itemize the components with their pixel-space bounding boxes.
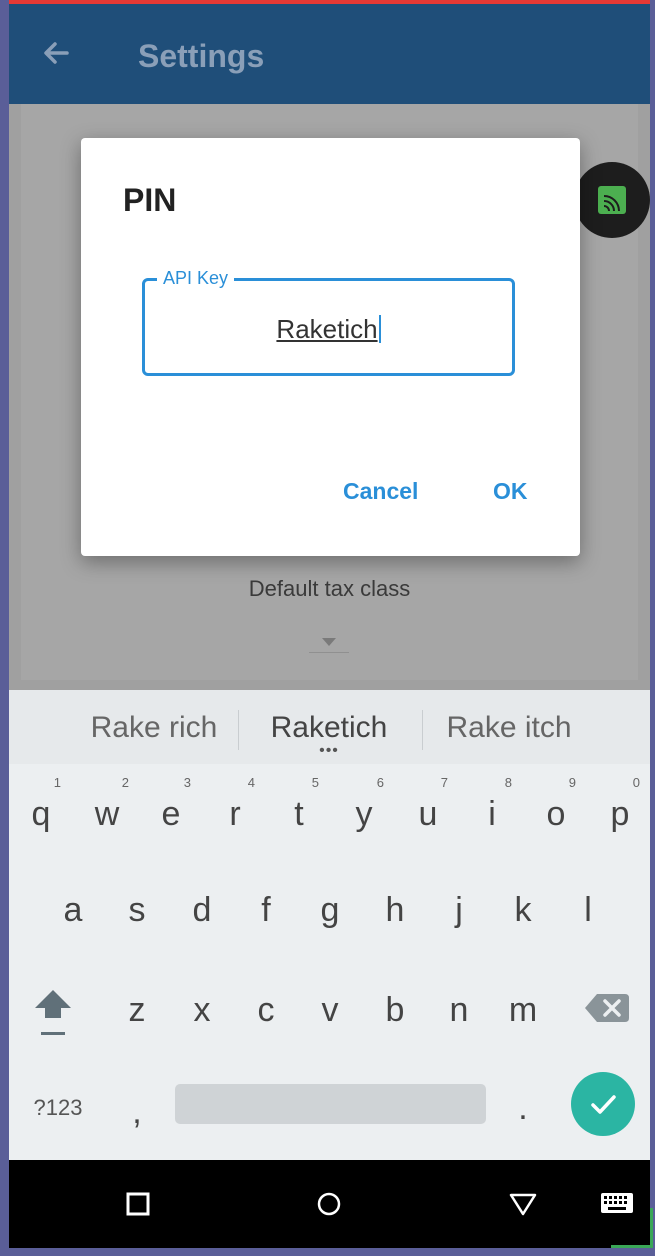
key-d[interactable]: d bbox=[184, 890, 220, 930]
api-key-field[interactable]: API Key Raketich bbox=[142, 267, 515, 376]
more-suggestions-icon[interactable]: ••• bbox=[314, 743, 344, 759]
suggestion-1[interactable]: Rake rich bbox=[69, 708, 239, 748]
suggestion-divider bbox=[238, 710, 239, 750]
api-key-value[interactable]: Raketich bbox=[145, 313, 512, 345]
arrow-left-icon[interactable] bbox=[39, 36, 79, 76]
key-o[interactable]: o9 bbox=[538, 776, 576, 834]
key-z[interactable]: z bbox=[119, 990, 155, 1030]
key-hint: 1 bbox=[53, 775, 61, 790]
key-i[interactable]: i8 bbox=[474, 776, 512, 834]
key-label: r bbox=[229, 795, 241, 833]
navigation-bar bbox=[9, 1160, 650, 1248]
dialog-title: PIN bbox=[123, 182, 177, 218]
key-hint: 5 bbox=[311, 775, 319, 790]
app-bar: Settings bbox=[9, 4, 650, 104]
key-g[interactable]: g bbox=[312, 890, 348, 930]
key-t[interactable]: t5 bbox=[281, 776, 319, 834]
key-n[interactable]: n bbox=[441, 990, 477, 1030]
key-hint: 3 bbox=[183, 775, 191, 790]
key-m[interactable]: m bbox=[501, 990, 545, 1030]
space-bar[interactable] bbox=[175, 1084, 486, 1124]
suggestion-strip: Rake rich Raketich ••• Rake itch bbox=[9, 690, 650, 764]
key-b[interactable]: b bbox=[377, 990, 413, 1030]
comma-key[interactable]: , bbox=[125, 1092, 149, 1132]
period-key[interactable]: . bbox=[513, 1088, 533, 1128]
circle-icon[interactable] bbox=[309, 1184, 349, 1224]
key-label: e bbox=[161, 795, 181, 833]
key-hint: 2 bbox=[121, 775, 129, 790]
cancel-button[interactable]: Cancel bbox=[343, 478, 418, 505]
shift-icon[interactable] bbox=[31, 986, 75, 1035]
default-tax-class-label: Default tax class bbox=[248, 576, 411, 601]
key-hint: 7 bbox=[440, 775, 448, 790]
enter-button[interactable] bbox=[571, 1072, 635, 1136]
key-label: i bbox=[488, 795, 496, 833]
key-s[interactable]: s bbox=[119, 890, 155, 930]
tax-class-dropdown-arrow[interactable] bbox=[322, 638, 336, 646]
checkmark-icon bbox=[591, 1095, 616, 1114]
key-label: p bbox=[610, 795, 630, 833]
key-u[interactable]: u7 bbox=[410, 776, 448, 834]
key-label: q bbox=[31, 795, 51, 833]
key-h[interactable]: h bbox=[377, 890, 413, 930]
key-hint: 4 bbox=[247, 775, 255, 790]
key-v[interactable]: v bbox=[312, 990, 348, 1030]
ok-button[interactable]: OK bbox=[493, 478, 528, 505]
text-cursor bbox=[378, 315, 381, 343]
key-k[interactable]: k bbox=[505, 890, 541, 930]
key-l[interactable]: l bbox=[570, 890, 606, 930]
suggestion-3[interactable]: Rake itch bbox=[429, 708, 589, 748]
key-w[interactable]: w2 bbox=[87, 776, 129, 834]
api-key-label: API Key bbox=[157, 267, 235, 289]
key-j[interactable]: j bbox=[441, 890, 477, 930]
soft-keyboard: Rake rich Raketich ••• Rake itch q1 w2 e… bbox=[9, 690, 650, 1160]
page-title: Settings bbox=[138, 38, 265, 74]
api-key-text: Raketich bbox=[276, 314, 378, 344]
key-label: t bbox=[294, 795, 304, 833]
key-label: u bbox=[418, 795, 438, 833]
key-c[interactable]: c bbox=[248, 990, 284, 1030]
device-screen: Settings Default tax class PIN API Key R… bbox=[9, 0, 650, 1248]
corner-marker bbox=[611, 1208, 653, 1248]
key-f[interactable]: f bbox=[248, 890, 284, 930]
suggestion-divider bbox=[422, 710, 423, 750]
key-hint: 0 bbox=[632, 775, 640, 790]
key-a[interactable]: a bbox=[55, 890, 91, 930]
symbols-key[interactable]: ?123 bbox=[23, 1088, 93, 1128]
key-hint: 8 bbox=[504, 775, 512, 790]
key-r[interactable]: r4 bbox=[217, 776, 255, 834]
pin-dialog: PIN API Key Raketich Cancel OK bbox=[81, 138, 580, 556]
tax-class-underline bbox=[309, 652, 349, 653]
cast-button[interactable] bbox=[574, 162, 650, 238]
key-label: o bbox=[546, 795, 566, 833]
key-label: w bbox=[94, 795, 120, 833]
backspace-icon[interactable] bbox=[583, 990, 631, 1030]
key-label: y bbox=[355, 795, 373, 833]
key-e[interactable]: e3 bbox=[153, 776, 191, 834]
cast-icon bbox=[598, 186, 626, 214]
key-q[interactable]: q1 bbox=[23, 776, 61, 834]
key-hint: 9 bbox=[568, 775, 576, 790]
key-y[interactable]: y6 bbox=[346, 776, 385, 834]
square-icon[interactable] bbox=[118, 1184, 158, 1224]
triangle-down-icon[interactable] bbox=[503, 1184, 543, 1224]
key-hint: 6 bbox=[376, 775, 384, 790]
key-p[interactable]: p0 bbox=[602, 776, 640, 834]
key-x[interactable]: x bbox=[184, 990, 220, 1030]
